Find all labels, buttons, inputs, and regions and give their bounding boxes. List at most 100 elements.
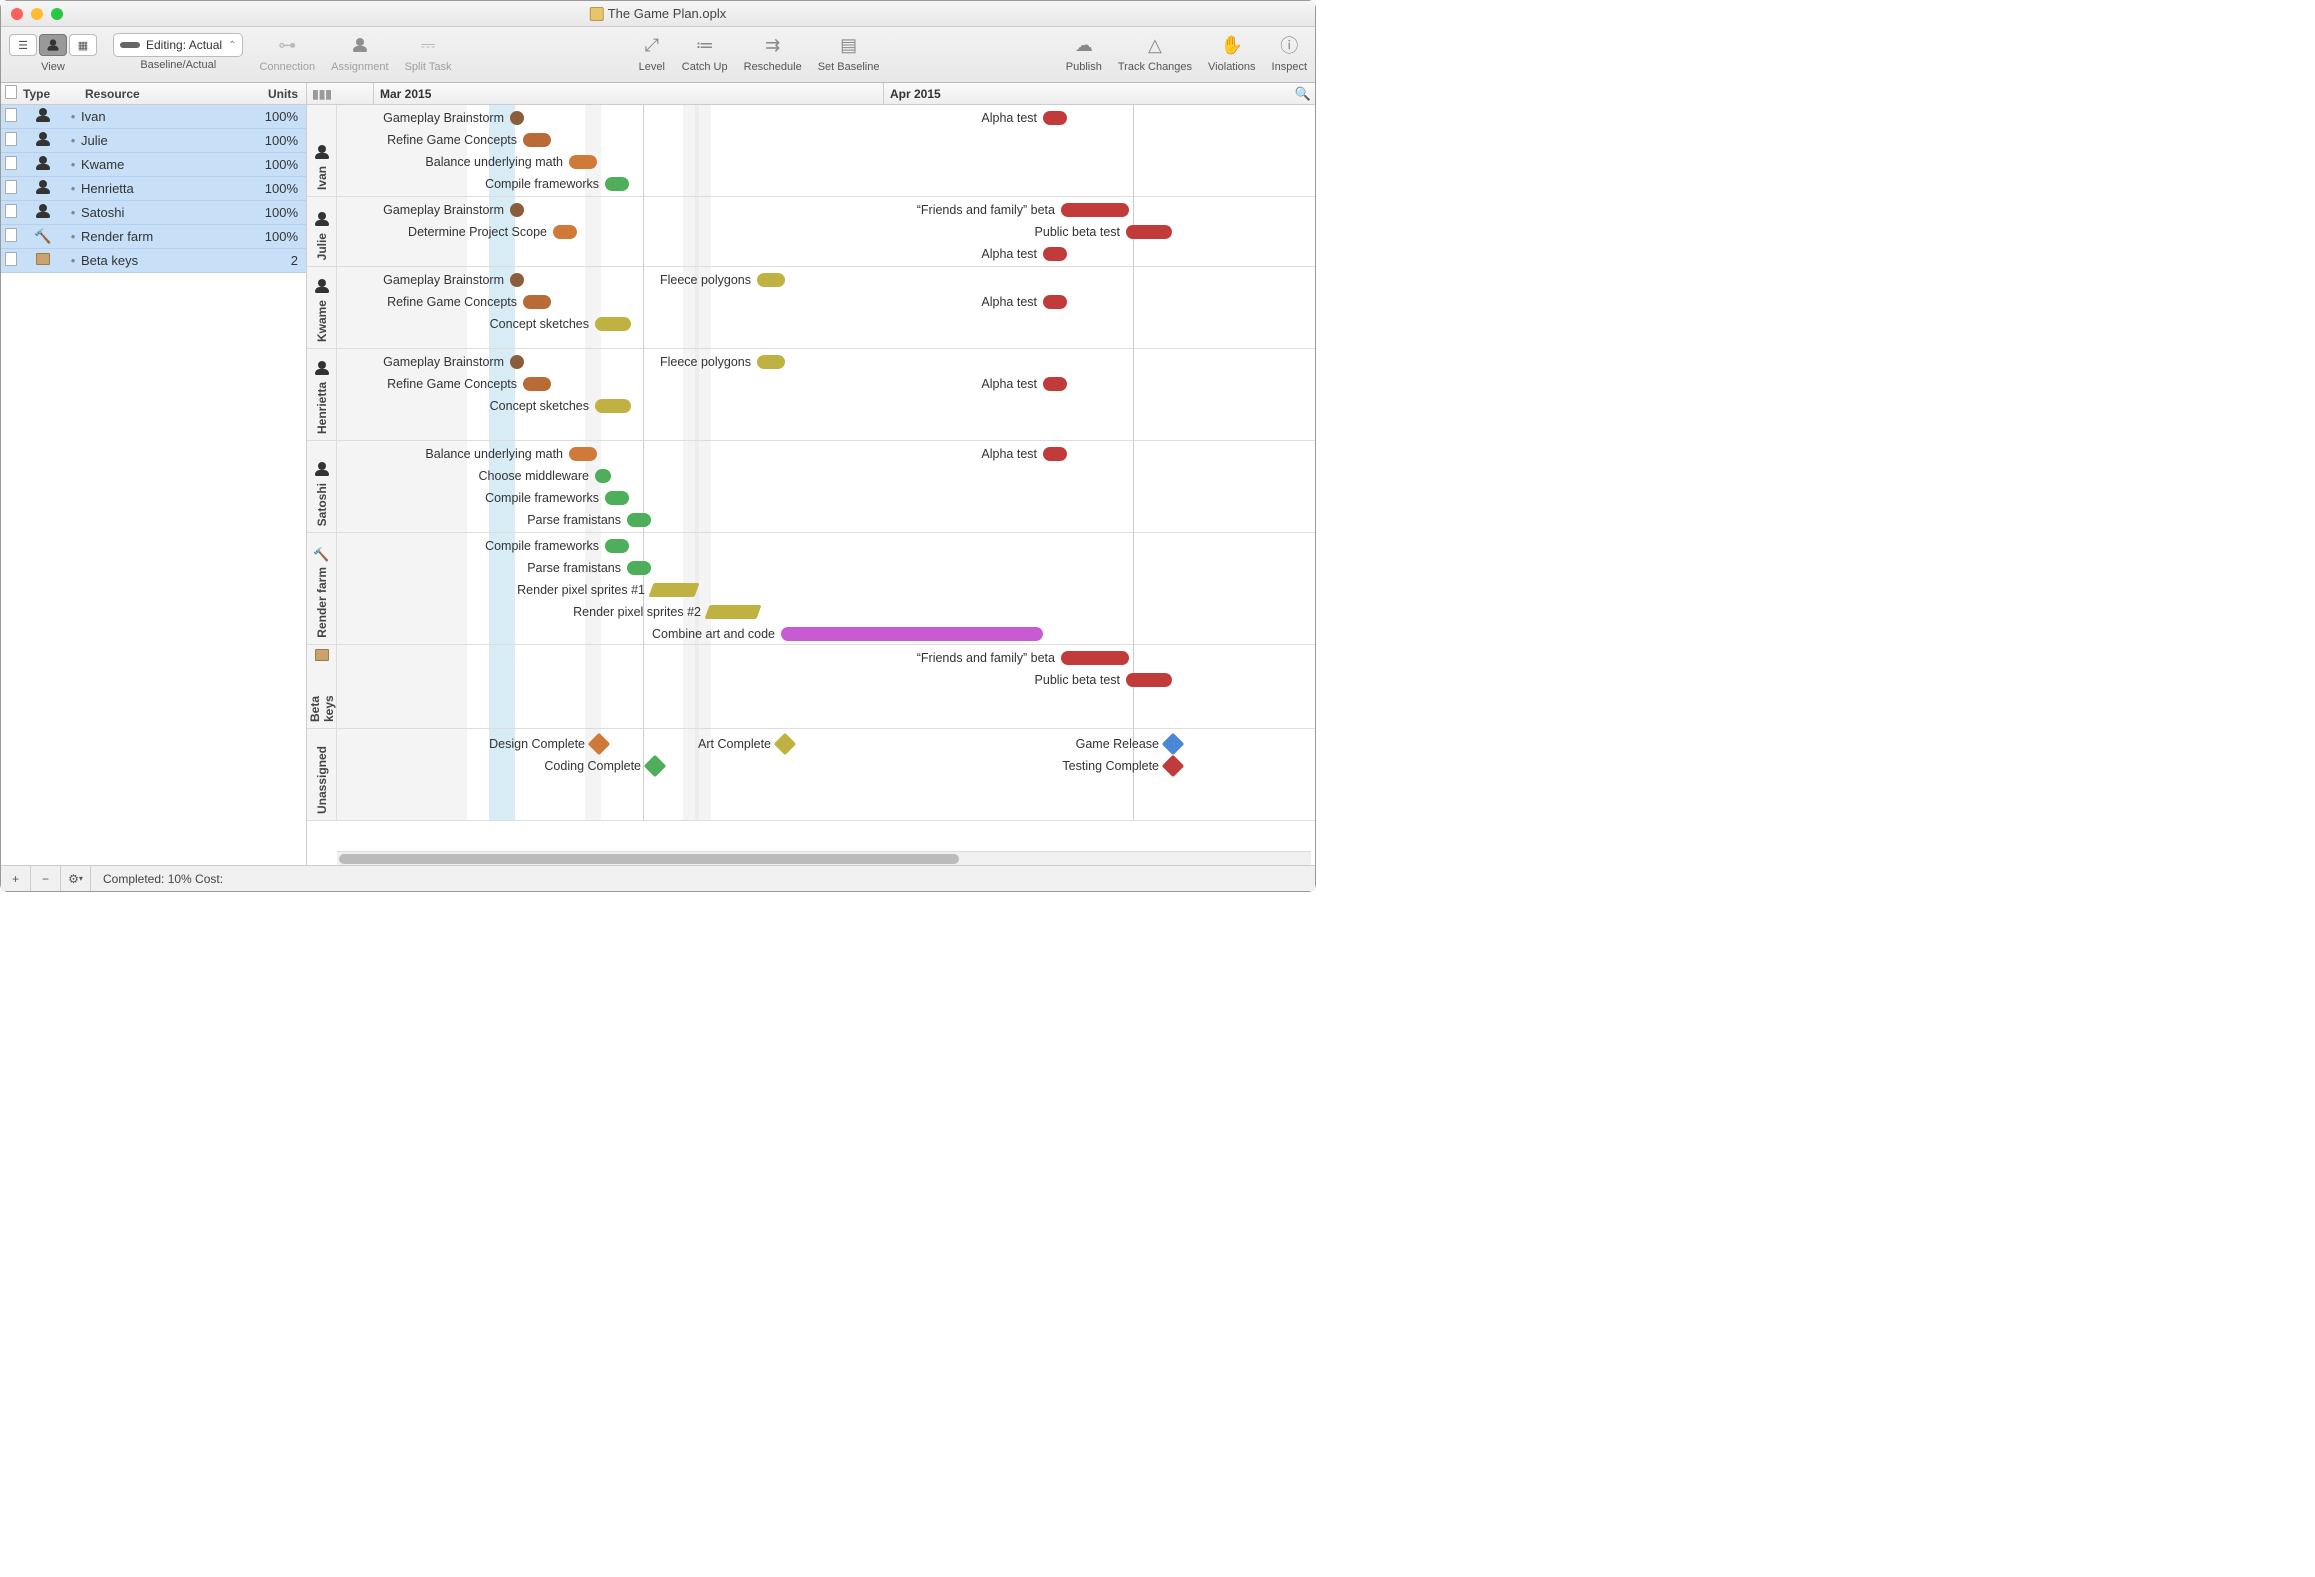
task-bar[interactable]: Refine Game Concepts — [523, 129, 551, 151]
person-icon — [315, 361, 329, 375]
task-bar[interactable]: Fleece polygons — [757, 269, 785, 291]
window-minimize-icon[interactable] — [31, 8, 43, 20]
violations-button[interactable]: ✋ Violations — [1200, 27, 1264, 75]
resource-name: Render farm — [81, 229, 250, 244]
view-outline-button[interactable]: ☰ — [9, 34, 37, 56]
task-bar[interactable]: Compile frameworks — [605, 487, 629, 509]
row-label: Julie — [315, 233, 329, 260]
milestone[interactable]: Design Complete — [591, 733, 607, 755]
window-zoom-icon[interactable] — [51, 8, 63, 20]
chart-icon[interactable]: ▮▮▮ — [307, 87, 337, 101]
task-bar[interactable]: Fleece polygons — [757, 351, 785, 373]
inspect-icon: ⓘ — [1275, 31, 1303, 59]
split-task-button[interactable]: ⎓ Split Task — [397, 27, 460, 75]
resource-row[interactable]: •Beta keys2 — [1, 249, 306, 273]
task-bar[interactable]: Gameplay Brainstorm — [510, 107, 524, 129]
task-bar[interactable]: Compile frameworks — [605, 173, 629, 195]
horizontal-scrollbar[interactable] — [337, 851, 1311, 865]
connection-button[interactable]: ⊶ Connection — [251, 27, 323, 75]
task-bar[interactable]: Parse framistans — [627, 509, 651, 531]
task-bar[interactable]: Refine Game Concepts — [523, 291, 551, 313]
editing-actual-select[interactable]: Editing: Actual ⌃ — [113, 33, 243, 57]
window-close-icon[interactable] — [11, 8, 23, 20]
toolbar: ☰ ▦ View Editing: Actual ⌃ Baseline/Actu… — [1, 27, 1315, 83]
reschedule-button[interactable]: ⇉ Reschedule — [736, 27, 810, 75]
task-bar[interactable]: Concept sketches — [595, 313, 631, 335]
resource-row[interactable]: •Satoshi100% — [1, 201, 306, 225]
task-bar[interactable]: Render pixel sprites #2 — [707, 601, 759, 623]
task-bar[interactable]: “Friends and family” beta — [1061, 199, 1129, 221]
status-text: Completed: 10% Cost: — [91, 872, 223, 886]
search-icon[interactable]: 🔍 — [1295, 86, 1311, 102]
task-bar[interactable]: Alpha test — [1043, 291, 1067, 313]
timeline-body[interactable]: IvanGameplay BrainstormRefine Game Conce… — [307, 105, 1315, 865]
set-baseline-button[interactable]: ▤ Set Baseline — [810, 27, 888, 75]
resource-row[interactable]: •Kwame100% — [1, 153, 306, 177]
header-resource[interactable]: Resource — [65, 87, 250, 101]
person-icon — [36, 180, 50, 194]
task-bar[interactable]: Determine Project Scope — [553, 221, 577, 243]
inspect-button[interactable]: ⓘ Inspect — [1264, 27, 1315, 75]
reschedule-icon: ⇉ — [759, 31, 787, 59]
task-label: Alpha test — [981, 247, 1037, 261]
resource-row[interactable]: •Julie100% — [1, 129, 306, 153]
task-bar[interactable]: Choose middleware — [595, 465, 611, 487]
task-bar[interactable]: Gameplay Brainstorm — [510, 269, 524, 291]
task-bar[interactable]: Parse framistans — [627, 557, 651, 579]
milestone[interactable]: Testing Complete — [1165, 755, 1181, 777]
resource-row[interactable]: •Ivan100% — [1, 105, 306, 129]
view-resource-button[interactable] — [39, 34, 67, 56]
view-label: View — [41, 61, 65, 73]
resource-row[interactable]: 🔨•Render farm100% — [1, 225, 306, 249]
task-bar[interactable]: Gameplay Brainstorm — [510, 199, 524, 221]
violations-icon: ✋ — [1218, 31, 1246, 59]
task-bar[interactable]: Concept sketches — [595, 395, 631, 417]
catch-up-icon: ≔ — [691, 31, 719, 59]
hammer-icon: 🔨 — [34, 228, 51, 244]
task-bar[interactable]: Alpha test — [1043, 373, 1067, 395]
task-bar[interactable]: Alpha test — [1043, 107, 1067, 129]
milestone[interactable]: Art Complete — [777, 733, 793, 755]
task-label: Render pixel sprites #2 — [573, 605, 701, 619]
task-bar[interactable]: Refine Game Concepts — [523, 373, 551, 395]
assignment-icon — [346, 31, 374, 59]
task-label: Render pixel sprites #1 — [517, 583, 645, 597]
track-changes-button[interactable]: △ Track Changes — [1110, 27, 1200, 75]
task-bar[interactable]: “Friends and family” beta — [1061, 647, 1129, 669]
task-bar[interactable]: Render pixel sprites #1 — [651, 579, 697, 601]
add-button[interactable]: + — [1, 866, 31, 891]
split-icon: ⎓ — [414, 31, 442, 59]
task-bar[interactable]: Public beta test — [1126, 221, 1172, 243]
milestone[interactable]: Coding Complete — [647, 755, 663, 777]
resource-name: Kwame — [81, 157, 250, 172]
row-label: Henrietta — [315, 382, 329, 434]
publish-button[interactable]: ☁ Publish — [1058, 27, 1110, 75]
gear-button[interactable]: ⚙▾ — [61, 866, 91, 891]
header-type[interactable]: Type — [21, 87, 65, 101]
person-icon — [36, 132, 50, 146]
task-label: Concept sketches — [490, 317, 589, 331]
resource-row[interactable]: •Henrietta100% — [1, 177, 306, 201]
task-bar[interactable]: Public beta test — [1126, 669, 1172, 691]
task-label: Choose middleware — [479, 469, 589, 483]
task-bar[interactable]: Compile frameworks — [605, 535, 629, 557]
task-bar[interactable]: Alpha test — [1043, 443, 1067, 465]
person-icon — [315, 462, 329, 476]
task-label: Compile frameworks — [485, 177, 599, 191]
task-bar[interactable]: Alpha test — [1043, 243, 1067, 265]
milestone[interactable]: Game Release — [1165, 733, 1181, 755]
task-bar[interactable]: Combine art and code — [781, 623, 1043, 645]
scroll-thumb[interactable] — [339, 854, 959, 864]
catch-up-button[interactable]: ≔ Catch Up — [674, 27, 736, 75]
task-bar[interactable]: Balance underlying math — [569, 151, 597, 173]
task-bar[interactable]: Balance underlying math — [569, 443, 597, 465]
resource-sidebar: Type Resource Units •Ivan100%•Julie100%•… — [1, 83, 307, 865]
assignment-button[interactable]: Assignment — [323, 27, 396, 75]
resource-units: 2 — [250, 253, 306, 268]
task-bar[interactable]: Gameplay Brainstorm — [510, 351, 524, 373]
remove-button[interactable]: − — [31, 866, 61, 891]
row-label: Ivan — [315, 166, 329, 190]
level-button[interactable]: ⤢ Level — [630, 27, 674, 75]
header-units[interactable]: Units — [250, 87, 306, 101]
view-calendar-button[interactable]: ▦ — [69, 34, 97, 56]
